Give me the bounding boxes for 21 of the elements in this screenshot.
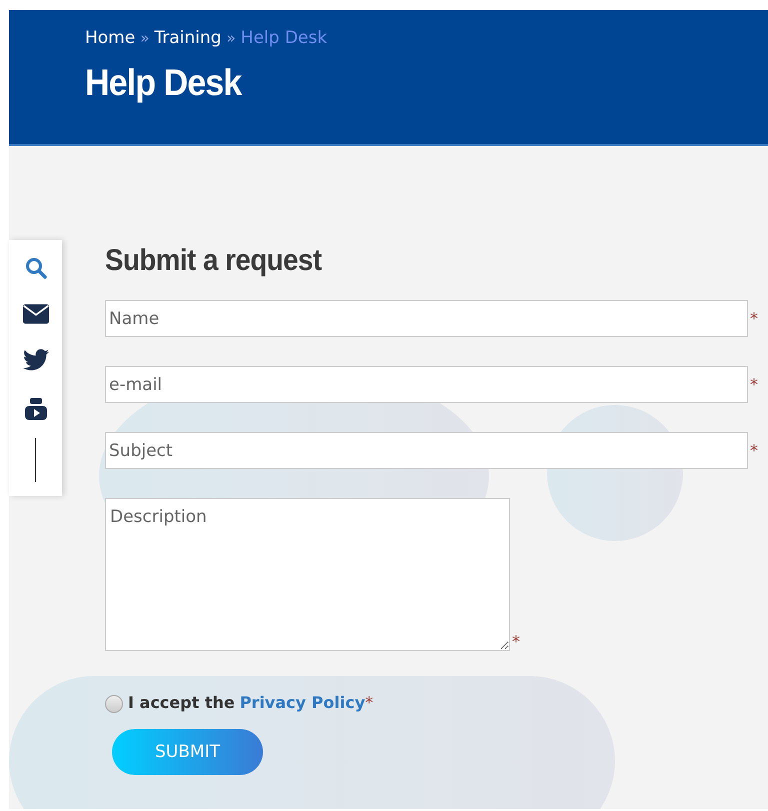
breadcrumb-link[interactable]: Help Desk — [240, 28, 328, 48]
required-mark: * — [750, 375, 758, 394]
form-title: Submit a request — [105, 244, 323, 278]
required-mark: * — [750, 309, 758, 328]
mail-icon[interactable] — [22, 302, 48, 326]
breadcrumb-link[interactable]: Training — [154, 28, 222, 48]
breadcrumb-separator: » — [140, 29, 150, 47]
bird-icon[interactable] — [22, 348, 48, 372]
required-mark: * — [512, 632, 520, 651]
text-field[interactable]: Name — [105, 300, 748, 337]
consent-label: I accept the — [128, 692, 235, 712]
breadcrumb-link[interactable]: Home — [85, 28, 136, 48]
description-field[interactable]: Description — [105, 498, 510, 651]
breadcrumb-separator: » — [226, 29, 236, 47]
privacy-policy-link[interactable]: Privacy Policy — [240, 692, 366, 712]
submit-button[interactable]: SUBMIT — [112, 729, 263, 775]
text-field[interactable]: Subject — [105, 432, 748, 469]
required-mark: * — [365, 692, 374, 712]
page-title: Help Desk — [85, 62, 243, 104]
text-field[interactable]: e-mail — [105, 366, 748, 403]
required-mark: * — [750, 441, 758, 460]
